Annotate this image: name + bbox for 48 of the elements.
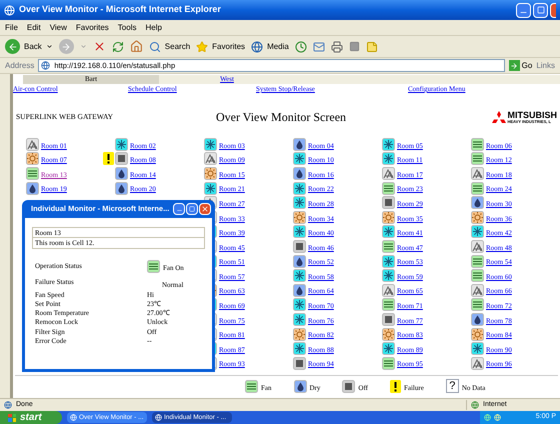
window-title: Over View Monitor - Microsoft Internet Explorer — [19, 3, 221, 16]
minimize-button[interactable] — [173, 203, 186, 215]
favorites-button[interactable]: Favorites — [196, 40, 246, 52]
browser-icon — [4, 4, 15, 16]
history-icon[interactable] — [294, 40, 307, 52]
page-icon — [4, 401, 12, 409]
back-button[interactable]: Back — [5, 39, 53, 54]
page-heading: Over View Monitor Screen — [216, 109, 348, 126]
maximize-button[interactable] — [533, 2, 548, 18]
browser-icon — [155, 414, 162, 421]
no-data-icon: ? — [446, 379, 459, 393]
printer-icon[interactable] — [330, 40, 343, 52]
maximize-icon — [536, 6, 544, 14]
menu-item[interactable]: Tools — [118, 22, 136, 34]
menu-item[interactable]: View — [50, 22, 67, 34]
menu-item[interactable]: Help — [145, 22, 162, 34]
caret-icon — [46, 43, 53, 50]
network-icon — [484, 414, 491, 421]
menu-item[interactable]: File — [5, 22, 18, 34]
media-button[interactable]: Media — [251, 40, 289, 52]
windows-logo-icon — [8, 414, 16, 422]
globe-icon — [251, 40, 264, 52]
maximize-button[interactable] — [186, 203, 198, 215]
stop-icon[interactable] — [92, 40, 106, 53]
globe-icon — [471, 401, 479, 409]
search-button[interactable]: Search — [148, 40, 190, 52]
home-icon[interactable] — [130, 40, 143, 53]
mail-icon[interactable] — [312, 40, 325, 52]
address-label: Address — [5, 60, 34, 72]
links-label[interactable]: Links — [536, 60, 555, 72]
refresh-icon[interactable] — [112, 40, 124, 52]
page-icon — [41, 61, 50, 70]
search-icon — [148, 40, 161, 52]
maximize-icon — [189, 206, 196, 212]
minimize-icon — [176, 207, 183, 214]
browser-icon — [70, 414, 77, 421]
go-button[interactable]: Go — [508, 60, 532, 72]
tray-icon — [494, 414, 501, 421]
close-button[interactable] — [550, 2, 556, 18]
note-icon[interactable] — [366, 40, 378, 52]
menu-item[interactable]: Favorites — [76, 22, 109, 34]
menu-item[interactable]: Edit — [26, 22, 41, 34]
caret-icon[interactable] — [80, 43, 87, 50]
start-button[interactable]: start — [0, 411, 62, 424]
close-button[interactable] — [199, 203, 212, 215]
minimize-button[interactable] — [516, 2, 531, 18]
star-icon — [196, 40, 208, 52]
close-icon — [201, 205, 210, 213]
